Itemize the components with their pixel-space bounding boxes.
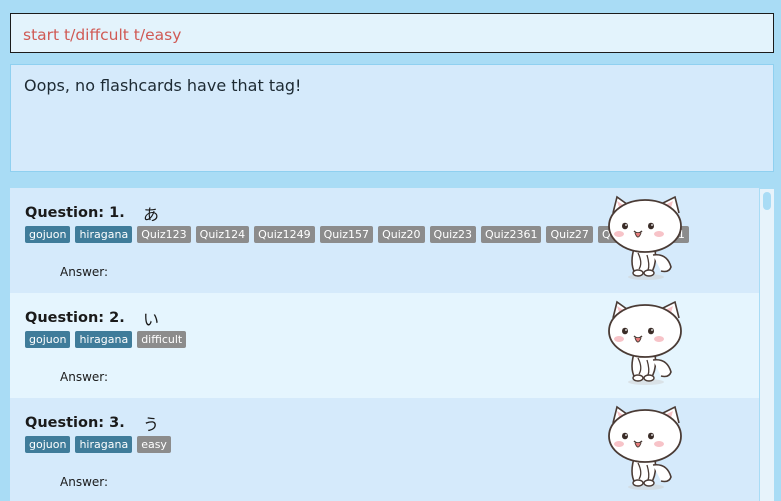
flashcard-list[interactable]: Question: 1. あ gojuon hiragana Quiz123 Quiz…	[10, 188, 759, 501]
white-cat-icon	[605, 193, 687, 281]
tag-badge: gojuon	[25, 436, 71, 453]
tag-list: gojuon hiragana Quiz123 Quiz124 Quiz1249 Quiz…	[25, 226, 689, 243]
tag-badge: easy	[137, 436, 171, 453]
tag-badge: Quiz27	[546, 226, 593, 243]
scrollbar[interactable]	[760, 189, 774, 501]
flashcard-2[interactable]: Question: 2. い gojuon hiragana difficult A…	[10, 293, 759, 398]
result-display: Oops, no flashcards have that tag!	[10, 64, 774, 172]
result-panel: Oops, no flashcards have that tag!	[0, 58, 781, 176]
answer-label: Answer:	[60, 475, 109, 489]
command-panel	[0, 7, 781, 55]
question-title: Question: 2.	[25, 310, 125, 326]
tag-badge: Quiz124	[195, 226, 250, 243]
tag-badge: hiragana	[75, 436, 133, 453]
answer-label: Answer:	[60, 370, 109, 384]
flashcard-3[interactable]: Question: 3. う gojuon hiragana easy Answer…	[10, 398, 759, 501]
question-title: Question: 3.	[25, 415, 125, 431]
white-cat-icon	[605, 298, 687, 386]
tag-badge: gojuon	[25, 226, 71, 243]
answer-label: Answer:	[60, 265, 109, 279]
tag-list: gojuon hiragana easy	[25, 436, 171, 453]
tag-badge: Quiz2361	[481, 226, 542, 243]
question-kana: い	[143, 310, 160, 329]
flashcard-list-panel: Question: 1. あ gojuon hiragana Quiz123 Quiz…	[0, 179, 781, 501]
flashcard-1[interactable]: Question: 1. あ gojuon hiragana Quiz123 Quiz…	[10, 188, 759, 293]
tag-badge: hiragana	[75, 331, 133, 348]
command-box[interactable]	[10, 13, 774, 53]
white-cat-icon	[605, 403, 687, 491]
question-kana: う	[143, 415, 160, 434]
tag-list: gojuon hiragana difficult	[25, 331, 187, 348]
tag-badge: gojuon	[25, 331, 71, 348]
command-input[interactable]	[23, 25, 763, 45]
tag-badge: Quiz157	[319, 226, 374, 243]
tag-badge: Quiz20	[378, 226, 425, 243]
scrollbar-thumb[interactable]	[763, 192, 771, 210]
tag-badge: Quiz23	[429, 226, 476, 243]
question-title: Question: 1.	[25, 205, 125, 221]
tag-badge: Quiz1249	[254, 226, 315, 243]
tag-badge: hiragana	[75, 226, 133, 243]
question-kana: あ	[143, 205, 160, 224]
tag-badge: Quiz123	[137, 226, 191, 243]
result-message: Oops, no flashcards have that tag!	[24, 76, 302, 95]
tag-badge: difficult	[137, 331, 187, 348]
